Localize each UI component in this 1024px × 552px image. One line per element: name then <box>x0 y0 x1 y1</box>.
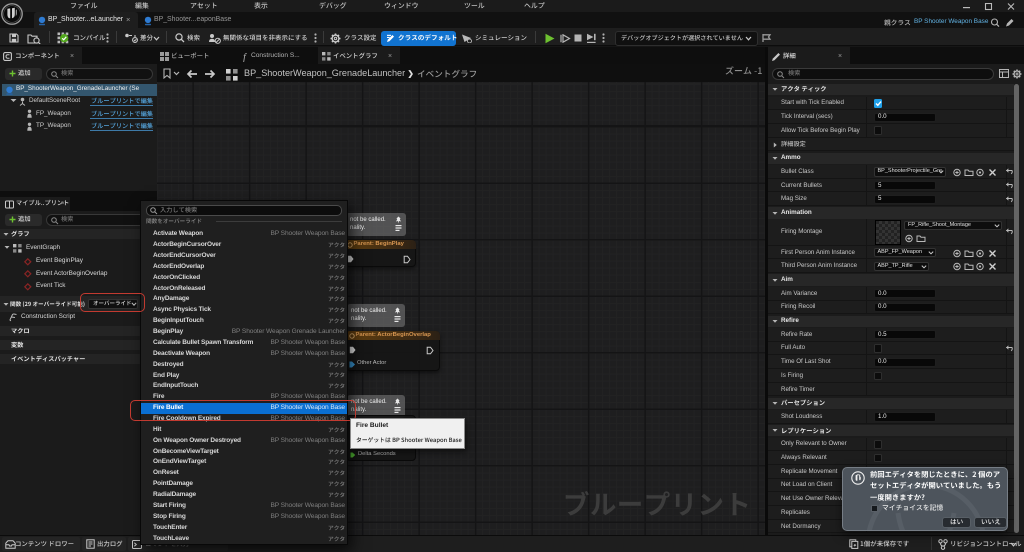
svg-text:f: f <box>243 52 247 62</box>
